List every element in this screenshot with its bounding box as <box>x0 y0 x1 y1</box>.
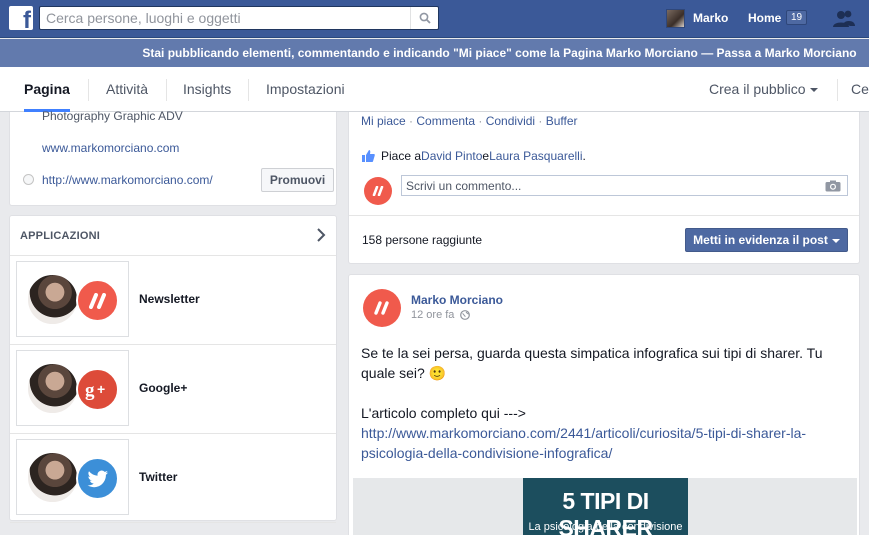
top-navigation-bar: f Marko Home 19 <box>0 0 869 38</box>
google-plus-icon: g + <box>76 368 119 411</box>
infographic-subtitle: La psicologia della condivisione <box>528 521 683 533</box>
app-thumbnail: g + <box>16 350 129 426</box>
app-item-newsletter[interactable]: Newsletter <box>10 256 336 345</box>
search-bar <box>39 6 439 30</box>
app-label: Newsletter <box>139 292 200 306</box>
liker-link[interactable]: David Pinto <box>421 149 482 163</box>
app-label: Google+ <box>139 381 188 395</box>
friend-requests-icon[interactable] <box>832 9 856 29</box>
tab-divider <box>88 79 89 101</box>
infographic-cover: 5 TIPI DI SHARER La psicologia della con… <box>523 478 688 535</box>
comment-box <box>401 175 848 196</box>
article-link[interactable]: http://www.markomorciano.com/2441/artico… <box>361 423 841 463</box>
buffer-link[interactable]: Buffer <box>546 114 578 128</box>
acting-as-page-bar: Stai pubblicando elementi, commentando e… <box>0 39 869 67</box>
acting-text: Stai pubblicando elementi, commentando e… <box>142 46 606 60</box>
twitter-icon <box>76 457 119 500</box>
app-label: Twitter <box>139 470 178 484</box>
liker-link[interactable]: Laura Pasquarelli <box>489 149 582 163</box>
reach-count: 158 persone raggiunte <box>362 233 483 247</box>
post-actions: Mi piace · Commenta · Condividi · Buffer <box>361 114 578 128</box>
svg-text:g: g <box>85 380 95 400</box>
share-link[interactable]: Condividi <box>486 114 535 128</box>
profile-link[interactable]: Marko <box>666 8 728 28</box>
search-button[interactable] <box>410 7 438 29</box>
acting-page-name: Marko Morciano <box>605 46 698 60</box>
switch-to-profile-link[interactable]: — Passa a Marko Morciano <box>698 46 856 60</box>
globe-icon[interactable] <box>460 310 471 320</box>
apps-title: APPLICAZIONI <box>20 230 101 242</box>
search-input[interactable] <box>40 7 410 29</box>
post-author-link[interactable]: Marko Morciano <box>411 293 503 307</box>
tab-divider <box>248 79 249 101</box>
marko-logo-icon[interactable] <box>363 289 401 327</box>
home-link[interactable]: Home <box>748 11 781 25</box>
app-thumbnail <box>16 261 129 337</box>
app-item-google-plus[interactable]: g + Google+ <box>10 345 336 434</box>
facebook-logo[interactable]: f <box>9 6 33 33</box>
comment-input[interactable] <box>402 176 812 195</box>
comment-composer <box>361 174 849 206</box>
likes-summary: Piace a David Pinto e Laura Pasquarelli. <box>361 149 586 163</box>
svg-text:+: + <box>97 381 105 397</box>
globe-icon <box>23 174 34 185</box>
likes-suffix: . <box>582 149 586 163</box>
boost-label: Metti in evidenza il post <box>693 233 828 247</box>
website-link[interactable]: www.markomorciano.com <box>42 141 179 155</box>
home-count-badge: 19 <box>786 10 808 25</box>
chevron-right-icon[interactable] <box>316 228 326 242</box>
user-name: Marko <box>693 11 729 25</box>
chevron-down-icon <box>809 88 818 93</box>
marko-logo-icon <box>364 177 392 205</box>
apps-header[interactable]: APPLICAZIONI <box>10 216 336 256</box>
avatar <box>666 8 685 28</box>
profile-photo <box>26 362 79 415</box>
tab-attivita[interactable]: Attività <box>106 67 148 112</box>
shared-image[interactable]: 5 TIPI DI SHARER La psicologia della con… <box>353 478 857 535</box>
promote-button[interactable]: Promuovi <box>261 168 334 192</box>
search-icon <box>419 12 431 24</box>
create-audience-dropdown[interactable]: Crea il pubblico <box>709 67 818 112</box>
post-text-line: L'articolo completo qui ---> <box>361 405 526 421</box>
page-category: Photography Graphic ADV <box>42 109 183 123</box>
boost-post-button[interactable]: Metti in evidenza il post <box>685 228 848 252</box>
like-link[interactable]: Mi piace <box>361 114 406 128</box>
tab-overflow[interactable]: Ce <box>851 67 869 112</box>
page-tab-bar: Pagina Attività Insights Impostazioni Cr… <box>0 67 869 112</box>
tab-divider <box>166 79 167 101</box>
app-item-twitter[interactable]: Twitter <box>10 434 336 523</box>
camera-icon[interactable] <box>825 180 841 192</box>
likes-prefix: Piace a <box>381 149 422 163</box>
website-full-link[interactable]: http://www.markomorciano.com/ <box>42 173 213 187</box>
about-card: Photography Graphic ADV www.markomorcian… <box>9 109 337 206</box>
comment-link[interactable]: Commenta <box>416 114 475 128</box>
post-card: Marko Morciano 12 ore fa Se te la sei pe… <box>348 274 860 535</box>
create-audience-label: Crea il pubblico <box>709 81 806 97</box>
app-thumbnail <box>16 439 129 515</box>
post-card: Mi piace · Commenta · Condividi · Buffer… <box>348 112 860 264</box>
post-body: Se te la sei persa, guarda questa simpat… <box>361 343 841 463</box>
post-reach-bar: 158 persone raggiunte Metti in evidenza … <box>349 215 859 263</box>
tab-impostazioni[interactable]: Impostazioni <box>266 67 345 112</box>
tab-divider <box>837 79 838 101</box>
tab-pagina[interactable]: Pagina <box>24 67 70 112</box>
profile-photo <box>26 273 79 326</box>
marko-logo-icon <box>76 279 119 322</box>
timestamp-link[interactable]: 12 ore fa <box>411 309 454 321</box>
chevron-down-icon <box>831 238 840 243</box>
post-text-line: Se te la sei persa, guarda questa simpat… <box>361 345 823 381</box>
post-timestamp: 12 ore fa <box>411 309 471 321</box>
apps-card: APPLICAZIONI Newsletter g + Google+ Twitt… <box>9 215 337 523</box>
likes-and: e <box>482 149 490 163</box>
tab-insights[interactable]: Insights <box>183 67 231 112</box>
profile-photo <box>26 451 79 504</box>
thumbs-up-icon <box>362 150 375 162</box>
